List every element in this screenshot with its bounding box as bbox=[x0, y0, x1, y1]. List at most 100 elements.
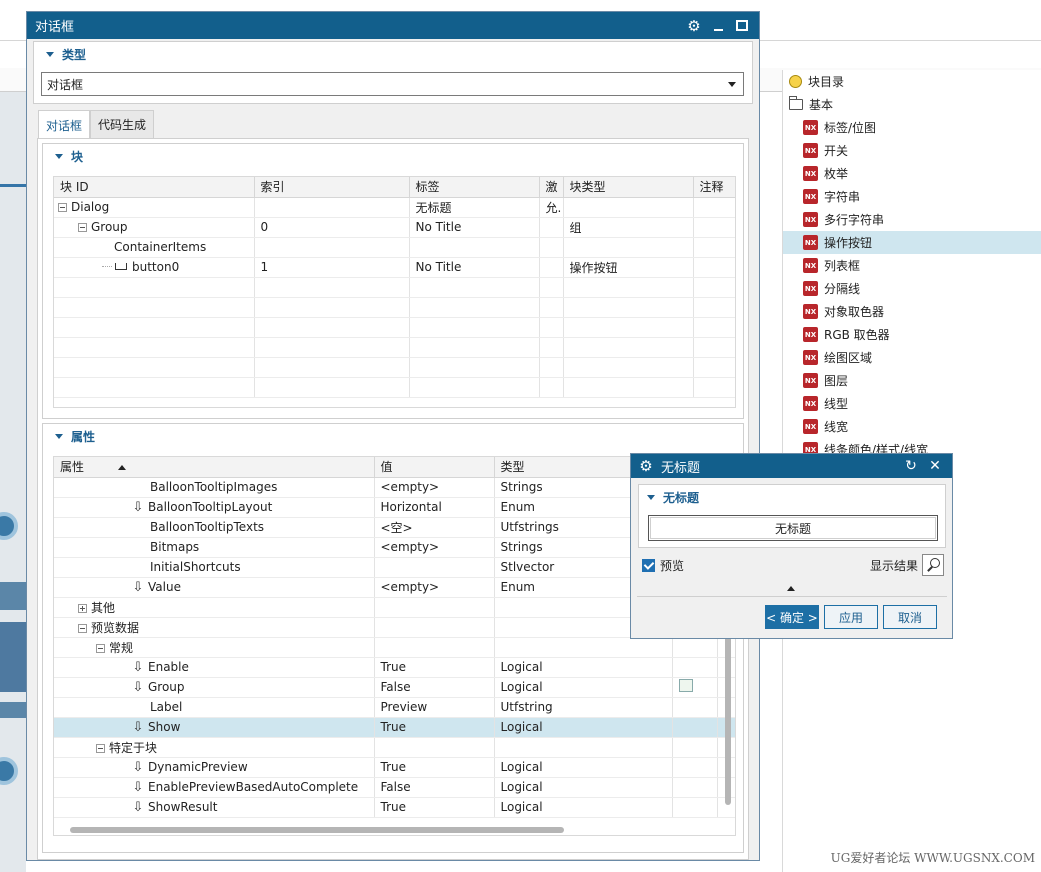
catalog-item[interactable]: NX 开关 bbox=[783, 139, 1041, 162]
table-row bbox=[54, 337, 735, 358]
collapse-icon[interactable] bbox=[78, 623, 87, 633]
property-value[interactable] bbox=[374, 597, 495, 618]
table-row[interactable]: button0 1 No Title 操作按钮 bbox=[54, 257, 735, 278]
table-row[interactable]: Group 0 No Title 组 bbox=[54, 217, 735, 238]
catalog-item[interactable]: NX 字符串 bbox=[783, 185, 1041, 208]
preview-dialog-titlebar[interactable]: ⚙ 无标题 ↻ ✕ bbox=[631, 454, 952, 478]
catalog-list: NX 标签/位图 NX 开关 NX 枚举 NX 字符串 NX 多行字符串 NX 操作按钮 NX 列表框 NX… bbox=[783, 116, 1041, 461]
table-row[interactable]: Label Preview Utfstring bbox=[54, 697, 735, 718]
column-header[interactable]: 索引 bbox=[254, 177, 410, 198]
divider bbox=[637, 596, 947, 597]
property-value[interactable]: <空> bbox=[374, 517, 495, 538]
nx-block-icon: NX bbox=[803, 419, 818, 434]
preview-checkbox[interactable] bbox=[642, 559, 655, 572]
cancel-button[interactable]: 取消 bbox=[883, 605, 937, 629]
column-header[interactable]: 激 bbox=[539, 177, 564, 198]
catalog-item[interactable]: NX 线型 bbox=[783, 392, 1041, 415]
catalog-item[interactable]: NX RGB 取色器 bbox=[783, 323, 1041, 346]
column-header[interactable]: 值 bbox=[374, 457, 495, 478]
property-value[interactable]: <empty> bbox=[374, 537, 495, 558]
property-value[interactable]: True bbox=[374, 757, 495, 778]
catalog-item[interactable]: NX 多行字符串 bbox=[783, 208, 1041, 231]
close-icon[interactable]: ✕ bbox=[928, 458, 942, 474]
property-name: 其他 bbox=[91, 600, 116, 615]
column-header[interactable]: 块类型 bbox=[563, 177, 694, 198]
catalog-item[interactable]: NX 分隔线 bbox=[783, 277, 1041, 300]
property-value[interactable]: False bbox=[374, 777, 495, 798]
property-name: BalloonTooltipImages bbox=[150, 480, 278, 494]
column-header[interactable]: 块 ID bbox=[54, 177, 255, 198]
catalog-item[interactable]: NX 图层 bbox=[783, 369, 1041, 392]
table-row[interactable]: ⇩ DynamicPreview True Logical bbox=[54, 757, 735, 778]
property-value[interactable]: Horizontal bbox=[374, 497, 495, 518]
catalog-item[interactable]: NX 绘图区域 bbox=[783, 346, 1041, 369]
property-value[interactable]: Preview bbox=[374, 697, 495, 718]
catalog-item-label: 字符串 bbox=[824, 190, 861, 204]
property-value[interactable] bbox=[374, 637, 495, 658]
preview-group-header[interactable]: 无标题 bbox=[639, 485, 945, 509]
apply-button[interactable]: 应用 bbox=[824, 605, 878, 629]
table-row[interactable]: ⇩ Enable True Logical bbox=[54, 657, 735, 678]
property-value[interactable]: <empty> bbox=[374, 577, 495, 598]
preview-checkbox-row[interactable]: 预览 bbox=[642, 557, 684, 574]
property-value[interactable]: True bbox=[374, 657, 495, 678]
table-row bbox=[54, 317, 735, 338]
property-type bbox=[494, 737, 673, 758]
table-row[interactable]: ⇩ Show True Logical bbox=[54, 717, 735, 738]
catalog-item[interactable]: NX 标签/位图 bbox=[783, 116, 1041, 139]
reset-icon[interactable]: ↻ bbox=[904, 458, 918, 474]
tab-bar: 对话框 代码生成 bbox=[38, 110, 155, 140]
maximize-button[interactable] bbox=[735, 19, 749, 33]
block-id: Group bbox=[91, 220, 128, 234]
edit-expression-icon[interactable] bbox=[678, 679, 693, 692]
collapse-icon[interactable] bbox=[96, 643, 105, 653]
tab-dialog[interactable]: 对话框 bbox=[38, 110, 91, 140]
table-row[interactable]: ⇩ ShowResult True Logical bbox=[54, 797, 735, 818]
catalog-item[interactable]: NX 线宽 bbox=[783, 415, 1041, 438]
catalog-item[interactable]: NX 枚举 bbox=[783, 162, 1041, 185]
property-value[interactable] bbox=[374, 557, 495, 578]
table-row[interactable]: Dialog 无标题 允. bbox=[54, 197, 735, 218]
collapse-triangle-icon bbox=[647, 494, 655, 500]
table-row[interactable]: ⇩ EnablePreviewBasedAutoComplete False Logi… bbox=[54, 777, 735, 798]
table-row[interactable]: ⇩ Group False Logical bbox=[54, 677, 735, 698]
properties-group-header[interactable]: 属性 bbox=[43, 424, 743, 448]
collapse-icon[interactable] bbox=[96, 743, 105, 753]
property-name: Group bbox=[148, 679, 185, 694]
preview-dialog: ⚙ 无标题 ↻ ✕ 无标题 无标题 预览 显示结果 < 确定 > 应用 取消 bbox=[630, 453, 953, 639]
column-header[interactable]: 注释 bbox=[693, 177, 735, 198]
catalog-folder-basic[interactable]: 基本 bbox=[783, 92, 1041, 116]
catalog-item-label: 图层 bbox=[824, 374, 849, 388]
property-value[interactable]: True bbox=[374, 717, 495, 738]
column-header[interactable]: 标签 bbox=[409, 177, 540, 198]
property-value[interactable]: True bbox=[374, 797, 495, 818]
block-group-header[interactable]: 块 bbox=[43, 144, 743, 168]
gear-icon[interactable]: ⚙ bbox=[639, 457, 653, 475]
catalog-item[interactable]: NX 操作按钮 bbox=[783, 231, 1041, 254]
collapse-icon[interactable] bbox=[78, 223, 87, 232]
catalog-item[interactable]: NX 对象取色器 bbox=[783, 300, 1041, 323]
ok-button[interactable]: < 确定 > bbox=[765, 605, 819, 629]
block-group-label: 块 bbox=[71, 149, 84, 164]
property-value[interactable]: <empty> bbox=[374, 477, 495, 498]
main-dialog-titlebar[interactable]: 对话框 ⚙ bbox=[27, 12, 759, 39]
table-row[interactable]: ContainerItems bbox=[54, 237, 735, 258]
table-row[interactable]: 特定于块 bbox=[54, 737, 735, 758]
expand-icon[interactable] bbox=[78, 603, 87, 613]
gear-icon[interactable]: ⚙ bbox=[687, 17, 701, 35]
column-header[interactable]: 属性 bbox=[54, 457, 375, 478]
catalog-item[interactable]: NX 列表框 bbox=[783, 254, 1041, 277]
table-row[interactable]: 常规 bbox=[54, 637, 735, 658]
horizontal-scrollbar[interactable] bbox=[70, 827, 564, 833]
type-dropdown[interactable]: 对话框 bbox=[41, 72, 744, 96]
tab-code-generation[interactable]: 代码生成 bbox=[90, 110, 155, 138]
property-value[interactable]: False bbox=[374, 677, 495, 698]
minimize-button[interactable] bbox=[711, 19, 725, 33]
property-value[interactable] bbox=[374, 737, 495, 758]
collapse-up-icon[interactable] bbox=[787, 586, 795, 591]
type-group-header[interactable]: 类型 bbox=[34, 42, 752, 66]
untitled-action-button[interactable]: 无标题 bbox=[648, 515, 938, 541]
property-value[interactable] bbox=[374, 617, 495, 638]
show-result-button[interactable] bbox=[922, 554, 944, 576]
collapse-icon[interactable] bbox=[58, 203, 67, 212]
